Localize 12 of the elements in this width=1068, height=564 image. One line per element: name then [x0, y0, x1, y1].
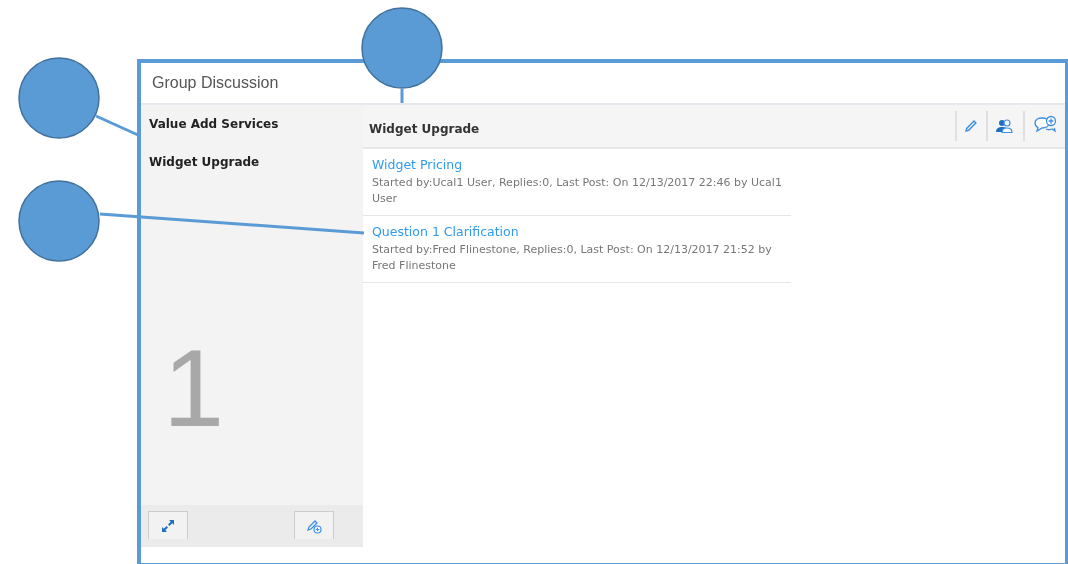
panel-title: Widget Upgrade: [369, 122, 480, 136]
people-icon: [995, 118, 1015, 134]
sidebar-item[interactable]: Value Add Services: [141, 117, 363, 155]
pencil-icon: [964, 119, 978, 133]
refresh-button[interactable]: [148, 511, 188, 539]
sidebar-item[interactable]: Widget Upgrade: [141, 155, 363, 193]
leader-line: [400, 89, 404, 103]
new-topic-button[interactable]: [294, 511, 334, 539]
arrows-icon: [160, 517, 176, 534]
step-number: 1: [162, 333, 226, 445]
topic-details: Started by:Ucal1 User, Replies:0, Last Post: On 12/13/2017 22:46 by Ucal1 User: [372, 175, 782, 207]
topic-details: Started by:Fred Flinestone, Replies:0, Last Post: On 12/13/2017 21:52 by Fred Flinestone: [372, 242, 773, 274]
